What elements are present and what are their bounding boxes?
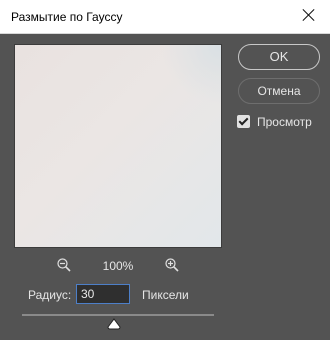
preview-checkbox-label: Просмотр — [257, 115, 312, 129]
cancel-button[interactable]: Отмена — [238, 78, 320, 104]
preview-checkbox[interactable] — [237, 115, 250, 128]
radius-label: Радиус: — [28, 288, 72, 302]
radius-input[interactable]: 30 — [76, 284, 130, 304]
zoom-level: 100% — [102, 259, 134, 273]
preview-area[interactable] — [14, 44, 222, 248]
ok-button[interactable]: OK — [238, 44, 320, 70]
title-bar: Размытие по Гауссу — [0, 0, 330, 34]
zoom-in-icon[interactable] — [165, 258, 179, 272]
radius-slider-track[interactable] — [22, 314, 214, 316]
zoom-out-icon[interactable] — [57, 258, 71, 272]
close-icon[interactable] — [300, 6, 318, 24]
units-label: Пиксели — [142, 288, 189, 302]
window-title: Размытие по Гауссу — [11, 10, 123, 24]
radius-slider-thumb[interactable] — [107, 318, 121, 330]
